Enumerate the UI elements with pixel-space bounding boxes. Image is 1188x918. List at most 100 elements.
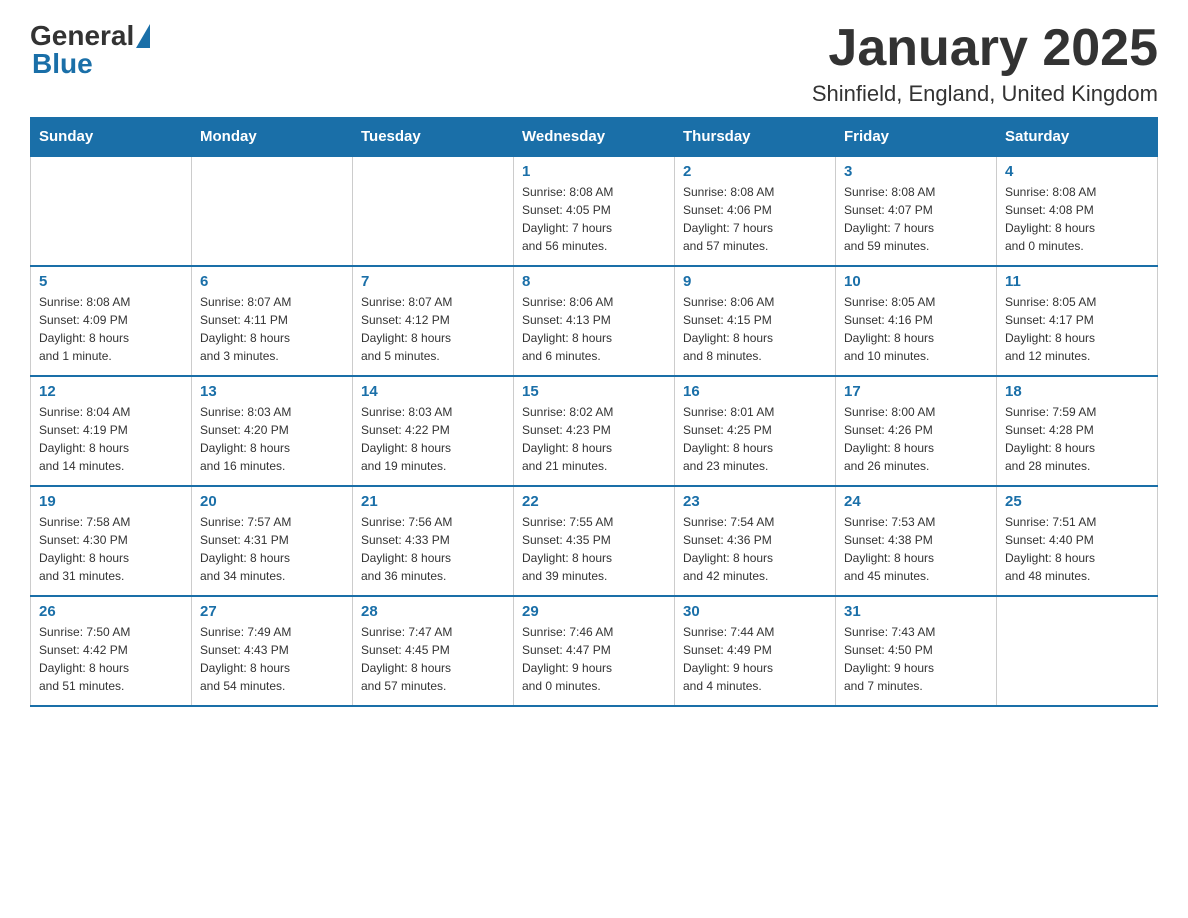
calendar-cell: 6 Sunrise: 8:07 AM Sunset: 4:11 PM Daylig… [192,266,353,376]
calendar-cell: 23Sunrise: 7:54 AM Sunset: 4:36 PM Dayli… [675,486,836,596]
weekday-header-monday: Monday [192,118,353,157]
day-info: Sunrise: 7:54 AM Sunset: 4:36 PM Dayligh… [683,513,827,585]
calendar-cell: 8 Sunrise: 8:06 AM Sunset: 4:13 PM Daylig… [514,266,675,376]
day-info: Sunrise: 7:57 AM Sunset: 4:31 PM Dayligh… [200,513,344,585]
day-number: 8 [522,273,666,290]
day-number: 28 [361,603,505,620]
calendar-cell: 14 Sunrise: 8:03 AM Sunset: 4:22 PM Dayli… [353,376,514,486]
calendar-cell: 29 Sunrise: 7:46 AM Sunset: 4:47 PM Dayli… [514,596,675,706]
calendar-cell [997,596,1158,706]
day-number: 17 [844,383,988,400]
day-number: 26 [39,603,183,620]
calendar-cell: 3Sunrise: 8:08 AM Sunset: 4:07 PM Daylig… [836,156,997,266]
calendar-cell: 2 Sunrise: 8:08 AM Sunset: 4:06 PM Daylig… [675,156,836,266]
day-info: Sunrise: 8:07 AM Sunset: 4:12 PM Dayligh… [361,293,505,365]
day-number: 24 [844,493,988,510]
calendar-week-row: 1 Sunrise: 8:08 AM Sunset: 4:05 PM Daylig… [31,156,1158,266]
day-info: Sunrise: 7:44 AM Sunset: 4:49 PM Dayligh… [683,623,827,695]
day-number: 9 [683,273,827,290]
page-subtitle: Shinfield, England, United Kingdom [812,81,1158,107]
logo-blue-text: Blue [32,48,150,80]
calendar-cell: 28 Sunrise: 7:47 AM Sunset: 4:45 PM Dayli… [353,596,514,706]
day-number: 13 [200,383,344,400]
day-info: Sunrise: 8:03 AM Sunset: 4:22 PM Dayligh… [361,403,505,475]
day-number: 27 [200,603,344,620]
day-info: Sunrise: 7:46 AM Sunset: 4:47 PM Dayligh… [522,623,666,695]
weekday-header-friday: Friday [836,118,997,157]
day-info: Sunrise: 8:01 AM Sunset: 4:25 PM Dayligh… [683,403,827,475]
logo-triangle-icon [136,24,150,48]
day-info: Sunrise: 7:53 AM Sunset: 4:38 PM Dayligh… [844,513,988,585]
weekday-header-row: SundayMondayTuesdayWednesdayThursdayFrid… [31,118,1158,157]
calendar-cell: 7Sunrise: 8:07 AM Sunset: 4:12 PM Daylig… [353,266,514,376]
calendar-cell: 13 Sunrise: 8:03 AM Sunset: 4:20 PM Dayli… [192,376,353,486]
calendar-cell [353,156,514,266]
weekday-header-wednesday: Wednesday [514,118,675,157]
calendar-cell: 24 Sunrise: 7:53 AM Sunset: 4:38 PM Dayli… [836,486,997,596]
day-info: Sunrise: 7:55 AM Sunset: 4:35 PM Dayligh… [522,513,666,585]
calendar-cell [31,156,192,266]
calendar-cell: 10 Sunrise: 8:05 AM Sunset: 4:16 PM Dayli… [836,266,997,376]
day-info: Sunrise: 8:03 AM Sunset: 4:20 PM Dayligh… [200,403,344,475]
day-info: Sunrise: 8:06 AM Sunset: 4:15 PM Dayligh… [683,293,827,365]
day-info: Sunrise: 8:07 AM Sunset: 4:11 PM Dayligh… [200,293,344,365]
calendar-cell: 15 Sunrise: 8:02 AM Sunset: 4:23 PM Dayli… [514,376,675,486]
day-info: Sunrise: 8:05 AM Sunset: 4:17 PM Dayligh… [1005,293,1149,365]
calendar-week-row: 19Sunrise: 7:58 AM Sunset: 4:30 PM Dayli… [31,486,1158,596]
day-number: 6 [200,273,344,290]
calendar-cell: 26 Sunrise: 7:50 AM Sunset: 4:42 PM Dayli… [31,596,192,706]
calendar-cell: 25 Sunrise: 7:51 AM Sunset: 4:40 PM Dayli… [997,486,1158,596]
calendar-week-row: 26 Sunrise: 7:50 AM Sunset: 4:42 PM Dayli… [31,596,1158,706]
day-number: 25 [1005,493,1149,510]
day-number: 29 [522,603,666,620]
day-info: Sunrise: 7:49 AM Sunset: 4:43 PM Dayligh… [200,623,344,695]
calendar-cell: 18 Sunrise: 7:59 AM Sunset: 4:28 PM Dayli… [997,376,1158,486]
calendar-cell: 12Sunrise: 8:04 AM Sunset: 4:19 PM Dayli… [31,376,192,486]
day-number: 31 [844,603,988,620]
day-info: Sunrise: 7:47 AM Sunset: 4:45 PM Dayligh… [361,623,505,695]
day-number: 10 [844,273,988,290]
calendar-cell: 11 Sunrise: 8:05 AM Sunset: 4:17 PM Dayli… [997,266,1158,376]
weekday-header-sunday: Sunday [31,118,192,157]
day-info: Sunrise: 8:08 AM Sunset: 4:05 PM Dayligh… [522,183,666,255]
page-title: January 2025 [812,20,1158,77]
calendar-cell: 30Sunrise: 7:44 AM Sunset: 4:49 PM Dayli… [675,596,836,706]
day-info: Sunrise: 8:02 AM Sunset: 4:23 PM Dayligh… [522,403,666,475]
day-number: 20 [200,493,344,510]
day-number: 16 [683,383,827,400]
calendar-week-row: 5Sunrise: 8:08 AM Sunset: 4:09 PM Daylig… [31,266,1158,376]
day-info: Sunrise: 8:00 AM Sunset: 4:26 PM Dayligh… [844,403,988,475]
day-info: Sunrise: 8:06 AM Sunset: 4:13 PM Dayligh… [522,293,666,365]
day-info: Sunrise: 7:56 AM Sunset: 4:33 PM Dayligh… [361,513,505,585]
day-number: 22 [522,493,666,510]
calendar-cell: 21 Sunrise: 7:56 AM Sunset: 4:33 PM Dayli… [353,486,514,596]
calendar-cell [192,156,353,266]
logo: General Blue [30,20,150,80]
calendar-cell: 17 Sunrise: 8:00 AM Sunset: 4:26 PM Dayli… [836,376,997,486]
calendar-cell: 9 Sunrise: 8:06 AM Sunset: 4:15 PM Daylig… [675,266,836,376]
calendar-cell: 4Sunrise: 8:08 AM Sunset: 4:08 PM Daylig… [997,156,1158,266]
calendar: SundayMondayTuesdayWednesdayThursdayFrid… [30,117,1158,707]
day-number: 2 [683,163,827,180]
day-number: 21 [361,493,505,510]
day-info: Sunrise: 8:08 AM Sunset: 4:08 PM Dayligh… [1005,183,1149,255]
day-info: Sunrise: 7:59 AM Sunset: 4:28 PM Dayligh… [1005,403,1149,475]
day-info: Sunrise: 7:51 AM Sunset: 4:40 PM Dayligh… [1005,513,1149,585]
title-area: January 2025 Shinfield, England, United … [812,20,1158,107]
day-number: 5 [39,273,183,290]
day-info: Sunrise: 7:43 AM Sunset: 4:50 PM Dayligh… [844,623,988,695]
day-number: 14 [361,383,505,400]
day-number: 15 [522,383,666,400]
day-info: Sunrise: 7:50 AM Sunset: 4:42 PM Dayligh… [39,623,183,695]
weekday-header-tuesday: Tuesday [353,118,514,157]
day-number: 11 [1005,273,1149,290]
calendar-cell: 22 Sunrise: 7:55 AM Sunset: 4:35 PM Dayli… [514,486,675,596]
day-info: Sunrise: 8:05 AM Sunset: 4:16 PM Dayligh… [844,293,988,365]
day-number: 1 [522,163,666,180]
header: General Blue January 2025 Shinfield, Eng… [30,20,1158,107]
day-info: Sunrise: 8:04 AM Sunset: 4:19 PM Dayligh… [39,403,183,475]
day-info: Sunrise: 8:08 AM Sunset: 4:06 PM Dayligh… [683,183,827,255]
calendar-cell: 19Sunrise: 7:58 AM Sunset: 4:30 PM Dayli… [31,486,192,596]
calendar-cell: 31 Sunrise: 7:43 AM Sunset: 4:50 PM Dayli… [836,596,997,706]
day-number: 18 [1005,383,1149,400]
